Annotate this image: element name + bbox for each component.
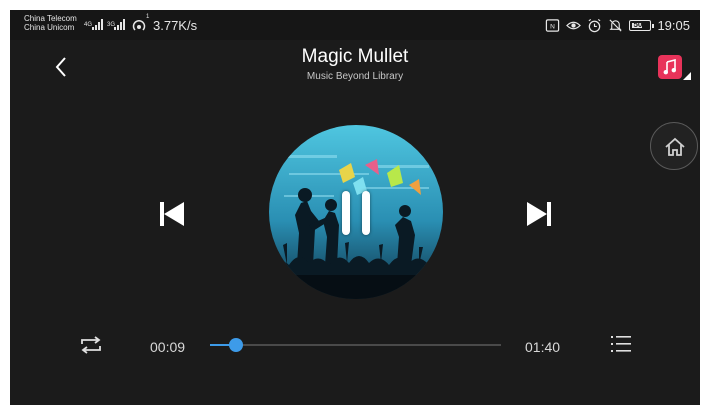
status-icons: N 50 19:05	[545, 16, 690, 34]
music-note-icon	[663, 59, 676, 75]
total-time: 01:40	[525, 339, 561, 355]
next-track-icon[interactable]	[525, 201, 553, 227]
album-subtitle: Music Beyond Library	[306, 71, 404, 82]
svg-text:N: N	[551, 23, 556, 30]
player-screen: China Telecom China Unicom 4G 3G 1 3.77K…	[10, 10, 700, 405]
carrier-labels: China Telecom China Unicom	[24, 14, 77, 32]
signal-2-icon	[114, 19, 126, 30]
network-speed: 3.77K/s	[153, 18, 198, 33]
home-button[interactable]	[650, 122, 698, 170]
clock: 19:05	[657, 17, 690, 33]
song-title: Magic Mullet	[301, 46, 409, 67]
signal-1-tag: 4G	[84, 22, 93, 28]
progress-track[interactable]	[210, 338, 501, 352]
alarm-icon	[588, 18, 601, 32]
carrier-2: China Unicom	[24, 23, 75, 32]
music-app-icon[interactable]	[658, 55, 682, 79]
mute-icon	[609, 18, 623, 32]
nfc-icon: N	[546, 18, 560, 32]
pause-button[interactable]	[340, 191, 372, 235]
elapsed-time: 00:09	[150, 339, 186, 355]
eye-icon	[566, 21, 582, 29]
progress-thumb[interactable]	[229, 338, 244, 352]
hotspot-icon	[132, 19, 146, 31]
battery-level: 50	[633, 19, 643, 29]
signal-1-icon	[92, 19, 104, 30]
playlist-icon[interactable]	[610, 333, 632, 355]
app-switch-indicator	[683, 72, 691, 80]
carrier-1: China Telecom	[24, 14, 77, 23]
hotspot-tag: 1	[146, 14, 150, 20]
battery-icon: 50	[629, 19, 655, 31]
previous-track-icon[interactable]	[158, 201, 186, 227]
home-icon	[665, 137, 685, 156]
repeat-icon[interactable]	[78, 333, 104, 357]
status-bar: China Telecom China Unicom 4G 3G 1 3.77K…	[10, 10, 700, 40]
